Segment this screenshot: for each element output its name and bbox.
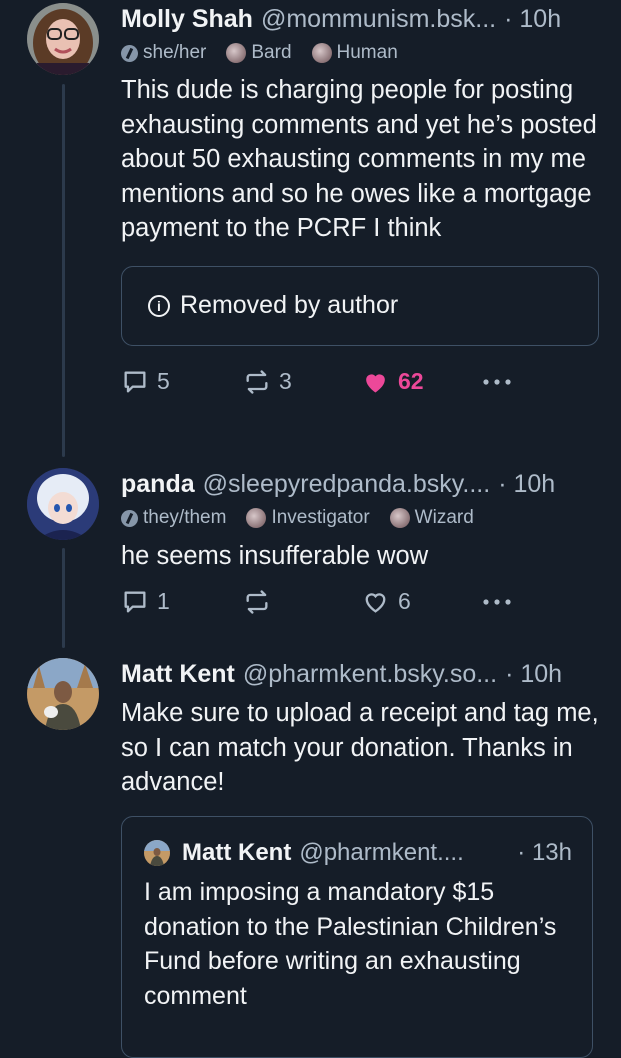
author-handle[interactable]: @pharmkent.bsky.so... [243, 658, 497, 690]
label-wizard[interactable]: Wizard [389, 506, 474, 530]
reply-icon [124, 591, 146, 612]
author-name[interactable]: Matt Kent [121, 658, 235, 690]
repost-icon [246, 589, 268, 614]
reply-button[interactable]: 1 [121, 586, 170, 618]
quoted-author-name: Matt Kent [182, 839, 292, 866]
post-text: Make sure to upload a receipt and tag me… [121, 699, 599, 796]
profile-labels: she/her Bard Human [121, 41, 599, 65]
label-pronouns[interactable]: they/them [121, 506, 226, 530]
label-bard[interactable]: Bard [226, 41, 292, 65]
post-header: panda @sleepyredpanda.bsky.... · 10h [121, 468, 599, 500]
post-text: he seems insufferable wow [121, 542, 429, 570]
quoted-avatar [144, 840, 170, 866]
label-pronouns[interactable]: she/her [121, 41, 206, 65]
label-badge-icon [226, 43, 247, 63]
removed-embed: i Removed by author [121, 265, 599, 346]
author-name[interactable]: Molly Shah [121, 3, 253, 35]
repost-icon [246, 369, 268, 394]
label-badge-icon [389, 508, 410, 528]
removed-embed-text: Removed by author [180, 291, 399, 319]
author-handle[interactable]: @mommunism.bsk... [261, 3, 496, 35]
quoted-post-text: I am imposing a mandatory $15 donation t… [144, 878, 557, 1010]
post-header: Matt Kent @pharmkent.bsky.so... · 10h [121, 658, 599, 690]
label-investigator[interactable]: Investigator [246, 506, 370, 530]
repost-button[interactable]: 3 [243, 366, 292, 398]
avatar[interactable] [27, 468, 99, 540]
post-header: Molly Shah @mommunism.bsk... · 10h [121, 3, 599, 35]
profile-labels: they/them Investigator Wizard [121, 506, 599, 530]
reply-button[interactable]: 5 [121, 366, 170, 398]
label-badge-icon [311, 43, 332, 63]
more-button[interactable] [481, 586, 513, 618]
avatar[interactable] [27, 658, 99, 730]
author-handle[interactable]: @sleepyredpanda.bsky.... [203, 468, 491, 500]
like-button[interactable]: 62 [361, 366, 424, 398]
post-actions: 1 6 [121, 586, 599, 618]
quoted-post[interactable]: Matt Kent @pharmkent.... · 13h I am impo… [121, 816, 593, 1058]
reply-icon [124, 371, 146, 392]
post-actions: 5 3 62 [121, 366, 599, 398]
label-human[interactable]: Human [311, 41, 398, 65]
info-icon: i [148, 294, 170, 317]
quoted-post-header: Matt Kent @pharmkent.... · 13h [144, 839, 572, 867]
post-time[interactable]: · 10h [504, 3, 561, 35]
quoted-author-handle: @pharmkent.... [299, 839, 464, 866]
heart-icon [365, 592, 386, 613]
like-button[interactable]: 6 [361, 586, 411, 618]
pronoun-icon [121, 44, 138, 62]
author-name[interactable]: panda [121, 468, 195, 500]
repost-button[interactable] [243, 586, 279, 618]
avatar[interactable] [27, 3, 99, 75]
heart-icon [366, 373, 385, 392]
more-button[interactable] [481, 366, 513, 398]
post-time[interactable]: · 10h [505, 658, 562, 690]
quoted-post-time: · 13h [517, 839, 572, 866]
pronoun-icon [121, 509, 138, 527]
thread-line [62, 84, 65, 457]
more-icon [483, 598, 511, 605]
more-icon [483, 378, 511, 385]
thread-line [62, 548, 65, 648]
label-badge-icon [246, 508, 267, 528]
post-text: This dude is charging people for posting… [121, 76, 597, 242]
post-time[interactable]: · 10h [498, 468, 555, 500]
